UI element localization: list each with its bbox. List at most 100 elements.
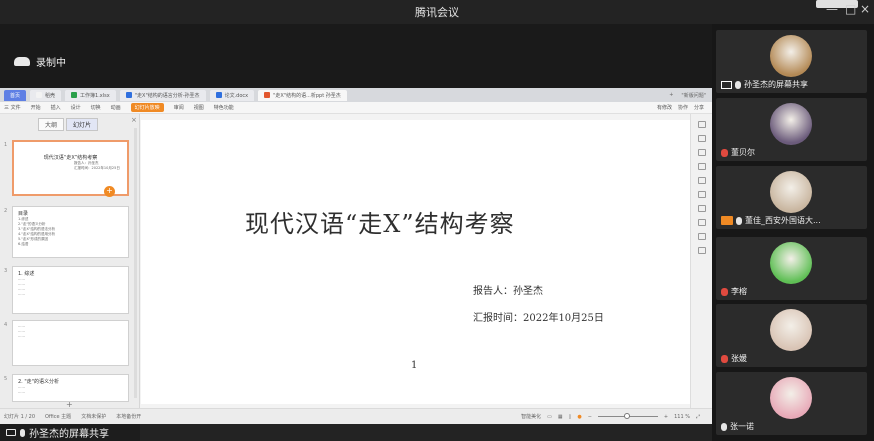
avatar [770,377,812,419]
ribbon-right-item[interactable]: 分享 [694,104,704,111]
play-icon[interactable]: ● [577,414,581,420]
mic-icon [721,422,727,431]
wps-tab-label: "走X"结构的语言分析-孙圣杰 [134,92,200,99]
ribbon-menu-item[interactable]: 切换 [91,104,101,111]
participant-tile[interactable]: 董佳_西安外国语大... [716,166,867,229]
wps-tab-bar: 首页 稻壳 工作簿1.xlsx "走X"结构的语言分析-孙圣杰 论文.docx "走X"结… [0,88,712,102]
ribbon-menu-item[interactable]: 开始 [31,104,41,111]
zoom-knob[interactable] [623,413,630,419]
participant-tile[interactable]: 孙圣杰的屏幕共享 [716,30,867,93]
slide-thumbnail[interactable]: 目录 1.综述 2."走"的语义分析 3."走X"结构的语法分析 4."走X"结构的语用… [12,206,129,258]
tool-icon[interactable] [697,205,706,212]
thumb-number: 1 [4,142,8,148]
shared-screen: 录制中 首页 稻壳 工作簿1.xlsx "走X"结构的语言分析-孙圣杰 论文.docx "… [0,24,712,424]
wps-tab[interactable]: 稻壳 [30,89,62,101]
wps-tab-label: 稻壳 [45,92,56,99]
participant-name-row: 李榕 [721,286,747,297]
thumb-number: 2 [4,208,8,214]
thumb-text: 汇报时间：2022年10月25日 [74,166,120,170]
close-button[interactable]: × [860,2,870,16]
mic-muted-icon [721,354,728,363]
status-right: 智能美化 ▭ ▦ ▯ ● − + 111 % ⤢ [521,413,712,420]
wps-tab[interactable]: 论文.docx [209,89,255,101]
mic-icon [736,216,742,225]
wps-tab[interactable]: 首页 [4,89,27,101]
ribbon-menu-item[interactable]: 设计 [71,104,81,111]
tab-bar-right-item[interactable]: + [669,92,673,99]
ribbon-menu-item[interactable]: 视图 [194,104,204,111]
pane-tabs: 大纲 幻灯片 [38,118,99,131]
tool-icon[interactable] [697,247,706,254]
maximize-button[interactable]: □ [845,2,856,16]
zoom-level: 111 % [674,413,690,420]
screen-share-label: 孙圣杰的屏幕共享 [0,424,140,441]
status-bar: 幻灯片 1 / 20 Office 主题 文档未保护 本地备份开 智能美化 ▭ … [0,408,712,424]
new-slide-icon[interactable]: + [104,186,115,197]
tab-slides[interactable]: 幻灯片 [66,118,99,131]
wps-tab[interactable]: "走X"结构的语...析ppt 孙圣杰 [258,89,347,101]
ribbon-right-item[interactable]: 有修改 [657,104,672,111]
view-normal-icon[interactable]: ▭ [547,414,552,420]
slide-thumbnail[interactable]: 1. 综述…………………… [12,266,129,314]
slide-thumbnail[interactable]: 2. "走"的语义分析………… [12,374,129,402]
ribbon-menu-item[interactable]: 审阅 [174,104,184,111]
participant-name: 董贝尔 [731,148,755,157]
zoom-slider[interactable] [597,413,658,419]
tool-icon[interactable] [697,219,706,226]
ribbon-menu-item[interactable]: 特色功能 [214,104,234,111]
wps-tab[interactable]: "走X"结构的语言分析-孙圣杰 [119,89,206,101]
tab-outline[interactable]: 大纲 [38,118,65,131]
zoom-out-icon[interactable]: − [588,414,592,420]
wps-tab-label: 工作簿1.xlsx [80,92,110,99]
participant-name-row: 董贝尔 [721,147,755,158]
ribbon-menu-item[interactable]: 幻灯片放映 [130,103,164,112]
tool-icon[interactable] [697,233,706,240]
view-reading-icon[interactable]: ▯ [569,414,572,420]
pane-scrollbar[interactable] [134,128,137,398]
avatar [770,309,812,351]
participant-tile[interactable]: 李榕 [716,237,867,300]
slide-thumbnail[interactable]: ……………… [12,320,129,366]
wps-tab[interactable]: 工作簿1.xlsx [65,89,116,101]
tool-icon[interactable] [697,135,706,142]
pane-close-icon[interactable]: × [131,116,137,124]
slide-position: 幻灯片 1 / 20 [4,414,35,420]
ribbon-menu-item[interactable]: 插入 [51,104,61,111]
file-icon [36,92,43,98]
fit-icon[interactable]: ⤢ [696,414,700,420]
thumb-text: …… [18,390,25,394]
thumb-title: 现代汉语“走X”结构考察 [43,155,98,161]
screen-share-icon [721,80,732,89]
participant-name-row: 孙圣杰的屏幕共享 [721,79,808,90]
participant-tile[interactable]: 董贝尔 [716,98,867,161]
current-slide[interactable]: 现代汉语“走X”结构考察 报告人：孙圣杰 汇报时间：2022年10月25日 1 [141,120,690,404]
participant-tile[interactable]: 张媛 [716,304,867,367]
tool-icon[interactable] [697,163,706,170]
tool-icon[interactable] [697,177,706,184]
slide-date: 汇报时间：2022年10月25日 [473,313,604,324]
file-icon [125,92,132,98]
autosave[interactable]: 本地备份开 [116,413,141,420]
view-grid-icon[interactable]: ▦ [558,414,563,420]
tool-icon[interactable] [697,149,706,156]
doc-protect[interactable]: 文档未保护 [81,413,106,420]
tool-icon[interactable] [697,191,706,198]
minimize-button[interactable]: — [826,2,838,16]
participant-tile[interactable]: 张一诺 [716,372,867,435]
participant-name: 孙圣杰的屏幕共享 [744,80,808,89]
slide-canvas: 现代汉语“走X”结构考察 报告人：孙圣杰 汇报时间：2022年10月25日 1 [141,114,690,408]
tab-bar-right-item[interactable]: "新版问题" [681,92,706,99]
ribbon-right: 有修改 协作 分享 [657,104,712,111]
ribbon-right-item[interactable]: 协作 [678,104,688,111]
avatar [770,103,812,145]
ribbon-menu-item[interactable]: 三 文件 [4,104,21,111]
wps-presentation-window: 首页 稻壳 工作簿1.xlsx "走X"结构的语言分析-孙圣杰 论文.docx "走X"结… [0,88,712,424]
file-icon [264,92,271,98]
tool-icon[interactable] [697,121,706,128]
ribbon-menu-item[interactable]: 动画 [111,104,121,111]
participant-name: 张一诺 [730,422,754,431]
participant-name: 董佳_西安外国语大... [745,216,821,225]
participant-name: 张媛 [731,354,747,363]
zoom-in-icon[interactable]: + [664,414,668,420]
smart-beautify-button[interactable]: 智能美化 [521,413,541,420]
